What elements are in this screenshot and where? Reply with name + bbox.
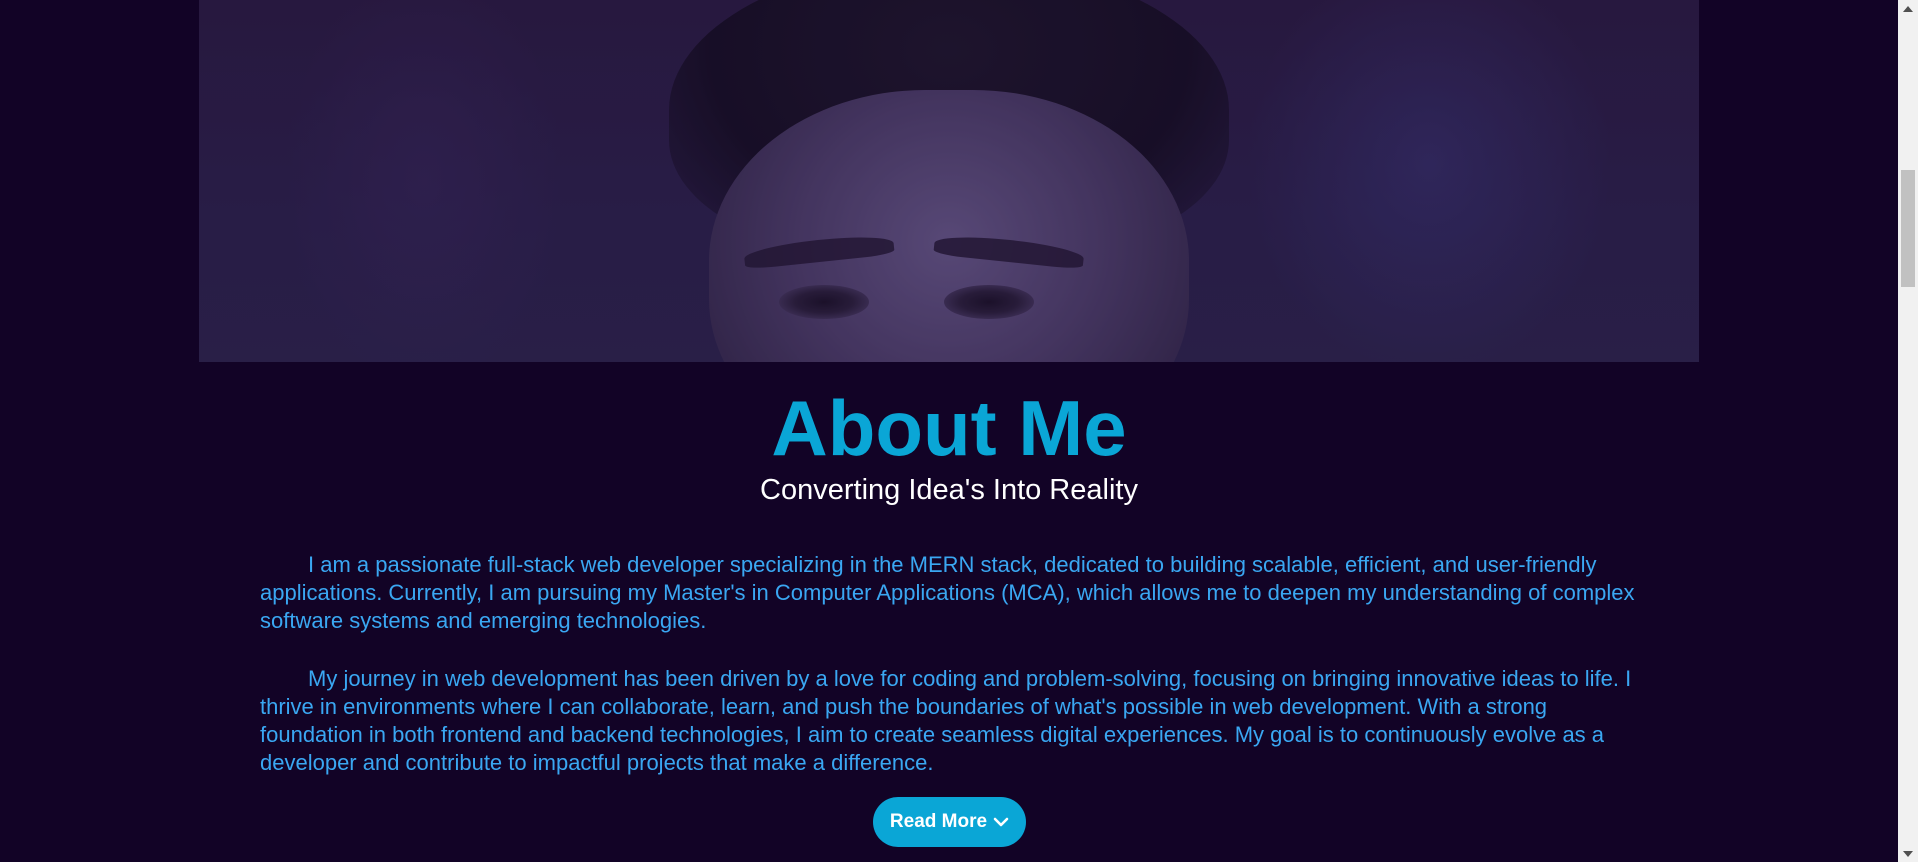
read-more-label: Read More <box>889 811 988 832</box>
triangle-up-icon <box>1903 5 1913 12</box>
about-page-content: About Me Converting Idea's Into Reality … <box>0 0 1898 862</box>
about-title: About Me <box>771 384 1127 472</box>
about-subtitle: Converting Idea's Into Reality <box>760 474 1138 506</box>
vertical-scrollbar[interactable] <box>1898 0 1918 862</box>
triangle-down-icon <box>1903 850 1913 857</box>
about-paragraph-2: My journey in web development has been d… <box>260 666 1632 775</box>
chevron-down-icon <box>993 817 1009 827</box>
hero-portrait-image <box>199 0 1699 362</box>
scroll-up-arrow[interactable] <box>1898 0 1918 17</box>
about-paragraph-1: I am a passionate full-stack web develop… <box>260 552 1635 633</box>
page: About Me Converting Idea's Into Reality … <box>0 0 1918 862</box>
read-more-button[interactable]: Read More <box>873 797 1026 847</box>
scrollbar-thumb[interactable] <box>1901 170 1915 287</box>
scroll-down-arrow[interactable] <box>1898 845 1918 862</box>
hero-overlay <box>199 0 1699 362</box>
